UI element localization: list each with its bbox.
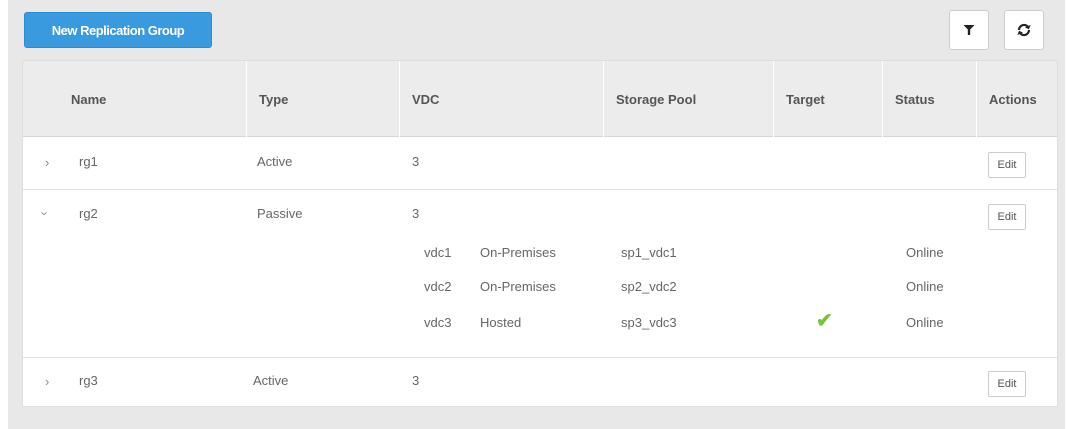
column-header-status[interactable]: Status — [883, 61, 977, 137]
detail-location: On-Premises — [480, 245, 556, 260]
refresh-button[interactable] — [1004, 10, 1044, 50]
new-replication-group-button[interactable]: New Replication Group — [24, 12, 212, 48]
column-header-vdc[interactable]: VDC — [400, 61, 604, 137]
detail-storage-pool: sp2_vdc2 — [621, 279, 677, 294]
row-divider — [23, 357, 1057, 358]
row-name: rg3 — [79, 373, 98, 388]
column-header-target[interactable]: Target — [774, 61, 883, 137]
column-header-actions: Actions — [989, 91, 1037, 107]
row-vdc-count: 3 — [412, 206, 420, 221]
filter-icon — [963, 25, 975, 35]
target-checkmark-icon: ✔ — [816, 310, 833, 332]
detail-storage-pool: sp1_vdc1 — [621, 245, 677, 260]
row-vdc-count: 3 — [412, 373, 420, 388]
row-type: Active — [253, 373, 289, 388]
chevron-right-icon[interactable]: › — [45, 375, 49, 388]
table-header: Name Type VDC Storage Pool Target Status… — [23, 61, 1057, 137]
column-header-type[interactable]: Type — [247, 61, 400, 137]
row-type: Active — [257, 154, 293, 169]
chevron-down-icon[interactable]: › — [38, 211, 53, 215]
row-name: rg1 — [79, 154, 98, 169]
detail-status: Online — [906, 279, 944, 294]
detail-status: Online — [906, 245, 944, 260]
row-name: rg2 — [79, 206, 98, 221]
chevron-right-icon[interactable]: › — [45, 156, 49, 169]
row-divider — [23, 189, 1057, 190]
replication-groups-table: Name Type VDC Storage Pool Target Status… — [22, 60, 1058, 407]
detail-status: Online — [906, 315, 944, 330]
detail-vdc: vdc3 — [424, 315, 452, 330]
edit-button[interactable]: Edit — [988, 152, 1026, 178]
edit-button[interactable]: Edit — [988, 371, 1026, 397]
replication-groups-panel: New Replication Group Name Type VDC Stor… — [8, 0, 1065, 429]
detail-location: Hosted — [480, 315, 522, 330]
column-header-name[interactable]: Name — [23, 61, 247, 137]
detail-vdc: vdc1 — [424, 245, 452, 260]
edit-button[interactable]: Edit — [988, 204, 1026, 230]
detail-location: On-Premises — [480, 279, 556, 294]
row-vdc-count: 3 — [412, 154, 420, 169]
column-header-storage-pool[interactable]: Storage Pool — [604, 61, 774, 137]
refresh-icon — [1017, 23, 1031, 37]
row-type: Passive — [257, 206, 303, 221]
filter-button[interactable] — [949, 10, 989, 50]
detail-vdc: vdc2 — [424, 279, 452, 294]
detail-storage-pool: sp3_vdc3 — [621, 315, 677, 330]
